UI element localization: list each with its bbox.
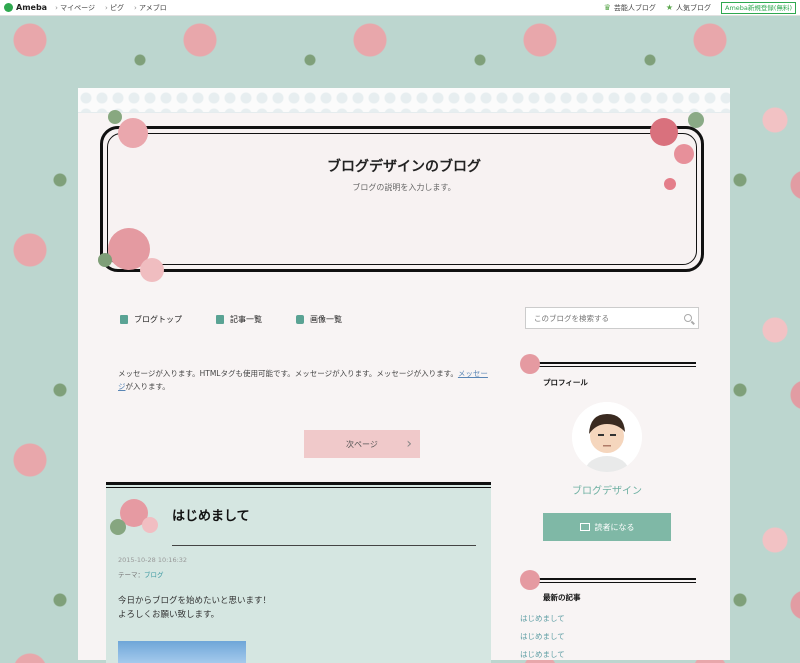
ameba-nav: マイページ ピグ アメブロ: [55, 3, 177, 13]
article-title-divider: [172, 545, 476, 546]
profile-name[interactable]: ブログデザイン: [522, 482, 692, 497]
recent-entry-link[interactable]: はじめまして: [520, 631, 565, 642]
recent-entry-link[interactable]: はじめまして: [520, 613, 565, 624]
avatar[interactable]: [572, 402, 642, 472]
profile-heading: プロフィール: [543, 378, 588, 387]
message-text: メッセージが入ります。HTMLタグも使用可能です。メッセージが入ります。メッセー…: [118, 369, 458, 378]
next-page-label: 次ページ: [346, 439, 378, 449]
next-page-button[interactable]: 次ページ ›: [304, 430, 420, 458]
rose-icon: [520, 570, 540, 590]
chevron-right-icon: ›: [406, 436, 412, 452]
follow-button[interactable]: 読者になる: [543, 513, 671, 541]
crown-icon: ♛: [603, 3, 611, 12]
profile-heading-decoration: [520, 354, 696, 376]
lace-border: [78, 88, 730, 113]
blog-search-box: [525, 307, 699, 329]
menu-item-entry-list[interactable]: 記事一覧: [216, 314, 262, 325]
menu-item-image-list[interactable]: 画像一覧: [296, 314, 342, 325]
search-icon[interactable]: [684, 314, 692, 322]
article-body-line: よろしくお願い致します。: [118, 610, 220, 620]
recent-heading: 最新の記事: [543, 593, 581, 602]
menu-item-label: ブログトップ: [134, 315, 182, 324]
article-title[interactable]: はじめまして: [172, 505, 250, 524]
rose-decoration-bottom-left-3: [98, 253, 112, 267]
rose-decoration-top-right: [650, 118, 678, 146]
rose-decoration-top-left-2: [108, 110, 122, 124]
rose-icon: [520, 354, 540, 374]
message-text-tail: が入ります。: [125, 382, 170, 391]
book-icon: [579, 523, 590, 531]
blog-container: ブログデザインのブログ ブログの説明を入力します。 ブログトップ 記事一覧 画像…: [78, 88, 730, 663]
menu-item-blog-top[interactable]: ブログトップ: [120, 314, 182, 325]
popular-blog-link[interactable]: ★ 人気ブログ: [666, 3, 711, 13]
star-icon: ★: [665, 3, 674, 12]
ameba-logo-icon: [4, 3, 13, 12]
article-theme: テーマ：ブログ: [118, 569, 164, 579]
article-body-line: 今日からブログを始めたいと思います！: [118, 596, 272, 606]
follow-button-label: 読者になる: [594, 522, 635, 532]
ameba-logo[interactable]: Ameba: [4, 3, 47, 12]
rose-decoration-bottom-left-2: [140, 258, 164, 282]
blog-description: ブログの説明を入力します。: [352, 183, 456, 192]
ameba-header-right: ♛ 芸能人ブログ ★ 人気ブログ Ameba新規登録(無料): [604, 1, 796, 14]
blog-message: メッセージが入ります。HTMLタグも使用可能です。メッセージが入ります。メッセー…: [118, 367, 493, 393]
article-rose-icon: [110, 493, 164, 539]
menu-item-label: 記事一覧: [230, 315, 262, 324]
blog-menu: ブログトップ 記事一覧 画像一覧: [120, 314, 376, 325]
celebrity-blog-label: 芸能人ブログ: [613, 3, 656, 12]
nav-ameblo-link[interactable]: アメブロ: [134, 3, 167, 13]
ameba-header-bar: Ameba マイページ ピグ アメブロ ♛ 芸能人ブログ ★ 人気ブログ Ame…: [0, 0, 800, 16]
article-theme-label: テーマ：: [118, 571, 144, 579]
register-button[interactable]: Ameba新規登録(無料): [721, 1, 796, 14]
article-entry: はじめまして 2015-10-28 10:16:32 テーマ：ブログ 今日からブ…: [106, 482, 491, 663]
nav-mypage-link[interactable]: マイページ: [55, 3, 95, 13]
ameba-logo-text: Ameba: [16, 3, 48, 12]
blog-title[interactable]: ブログデザインのブログ: [78, 156, 730, 176]
header-frame: [100, 126, 704, 272]
camera-icon: [296, 315, 304, 324]
recent-heading-decoration: [520, 570, 696, 592]
article-body: 今日からブログを始めたいと思います！ よろしくお願い致します。: [118, 594, 271, 622]
rose-decoration-top-right-3: [688, 112, 704, 128]
copy-icon: [216, 315, 224, 324]
article-theme-link[interactable]: ブログ: [144, 571, 164, 579]
recent-entry-link[interactable]: はじめまして: [520, 649, 565, 660]
celebrity-blog-link[interactable]: ♛ 芸能人ブログ: [604, 3, 656, 13]
popular-blog-label: 人気ブログ: [676, 3, 712, 12]
nav-pigg-link[interactable]: ピグ: [105, 3, 124, 13]
search-input[interactable]: [532, 312, 684, 324]
article-date: 2015-10-28 10:16:32: [118, 556, 188, 564]
menu-item-label: 画像一覧: [310, 315, 342, 324]
document-icon: [120, 315, 128, 324]
rose-decoration-top-left: [118, 118, 148, 148]
